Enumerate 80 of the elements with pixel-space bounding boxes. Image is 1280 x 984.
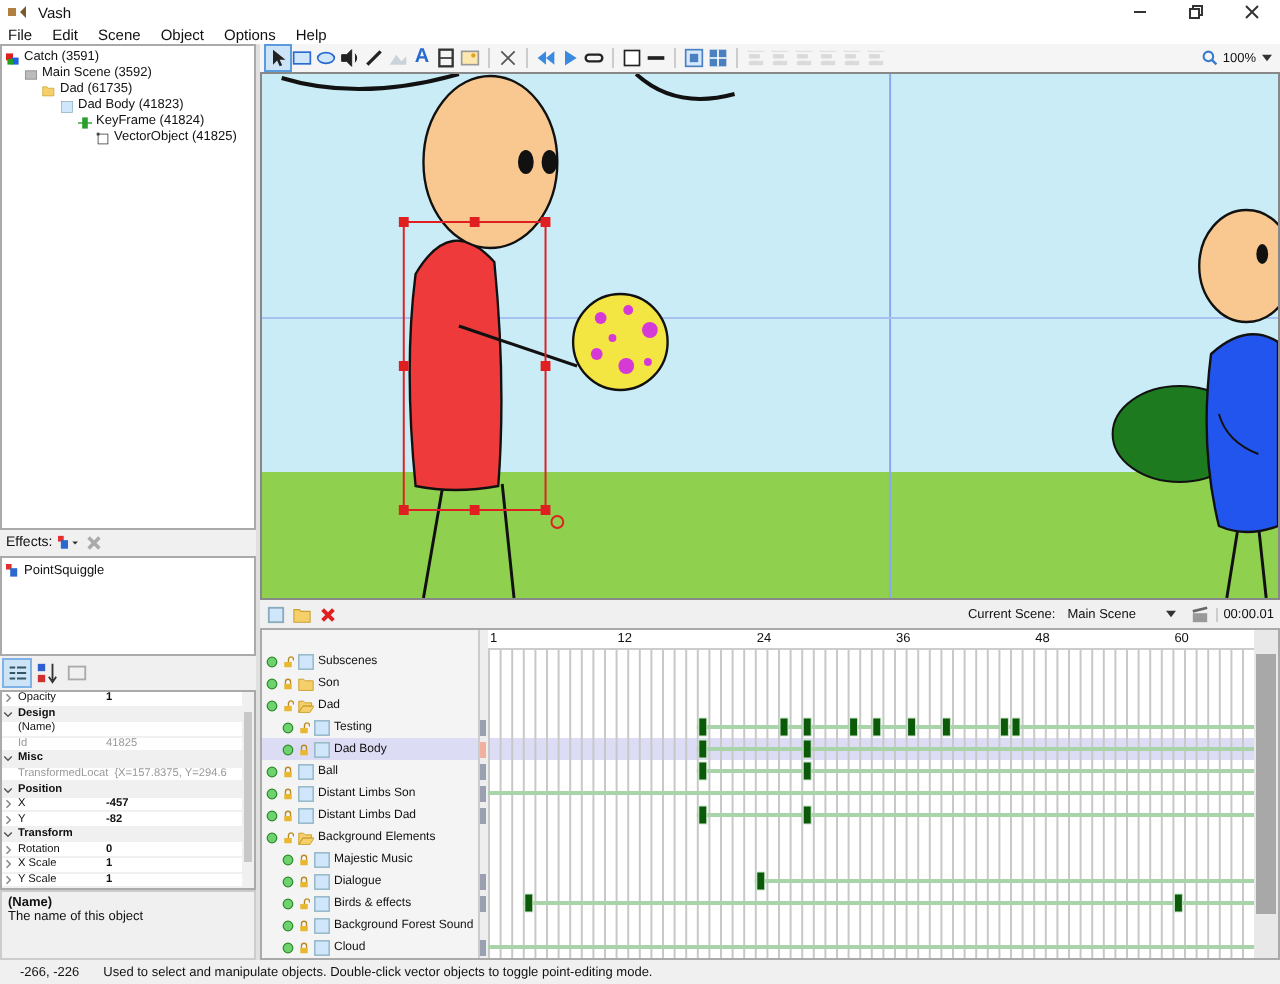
collapse-chevron-icon[interactable] <box>2 828 14 841</box>
keyframe-marker[interactable] <box>698 761 708 781</box>
keyframe-marker[interactable] <box>779 717 789 737</box>
pointer-tool-icon[interactable] <box>266 46 290 70</box>
unlocked-icon[interactable] <box>282 831 294 843</box>
lock-icon[interactable] <box>298 941 310 953</box>
stage-canvas[interactable] <box>260 72 1280 600</box>
lock-icon[interactable] <box>282 765 294 777</box>
keyframe-marker[interactable] <box>698 739 708 759</box>
collapse-chevron-icon[interactable] <box>2 752 14 765</box>
close-icon[interactable] <box>1242 2 1262 22</box>
keyframe-marker[interactable] <box>872 717 882 737</box>
selection-box[interactable] <box>398 217 565 529</box>
rect-tool-icon[interactable] <box>290 46 314 70</box>
unlocked-icon[interactable] <box>298 897 310 909</box>
tree-node-icon <box>24 67 38 81</box>
ball-drawing[interactable] <box>571 292 669 392</box>
caret-icon[interactable] <box>1165 610 1176 618</box>
keyframe-marker[interactable] <box>698 717 708 737</box>
cartoon-character-drawing[interactable] <box>1198 208 1278 598</box>
tree-node-icon <box>42 83 56 97</box>
folder-icon <box>298 675 314 691</box>
keyframe-marker[interactable] <box>698 805 708 825</box>
ellipse-tool-icon[interactable] <box>314 46 338 70</box>
pen-tool-icon[interactable] <box>362 46 386 70</box>
unlocked-icon[interactable] <box>282 699 294 711</box>
lock-icon[interactable] <box>282 787 294 799</box>
categorized-icon[interactable] <box>4 660 30 686</box>
lock-icon[interactable] <box>282 677 294 689</box>
lock-icon[interactable] <box>298 875 310 887</box>
keyframe-marker[interactable] <box>1173 893 1183 913</box>
keyframe-marker[interactable] <box>802 761 812 781</box>
effect-icon <box>6 564 20 578</box>
film-tool-icon[interactable] <box>434 46 458 70</box>
unlocked-icon[interactable] <box>282 655 294 667</box>
keyframe-marker[interactable] <box>907 717 917 737</box>
tree-node-icon <box>60 99 74 113</box>
tree-node-icon <box>78 115 92 129</box>
text-tool-button[interactable]: A <box>410 46 434 70</box>
keyframe-marker[interactable] <box>524 893 534 913</box>
keyframe-marker[interactable] <box>802 717 812 737</box>
box-tool-icon[interactable] <box>620 46 644 70</box>
folder-icon <box>298 829 314 845</box>
new-layer-icon[interactable] <box>266 605 286 623</box>
unlocked-icon[interactable] <box>298 721 310 733</box>
folder-icon[interactable] <box>292 605 312 623</box>
lock-icon[interactable] <box>298 919 310 931</box>
keyframe-marker[interactable] <box>999 717 1009 737</box>
keyframe-marker[interactable] <box>941 717 951 737</box>
tree-node-icon <box>96 131 110 145</box>
delete-icon[interactable] <box>318 605 338 623</box>
caret-icon[interactable] <box>1262 54 1272 62</box>
lock-icon[interactable] <box>298 853 310 865</box>
keyframe-marker[interactable] <box>802 739 812 759</box>
scrollbar[interactable] <box>1254 630 1278 958</box>
ungroup-tool-icon[interactable] <box>706 46 730 70</box>
lock-icon[interactable] <box>282 809 294 821</box>
group-tool-icon[interactable] <box>682 46 706 70</box>
zoom-icon[interactable] <box>1202 50 1219 66</box>
sort-alphabetical-icon[interactable] <box>34 660 60 686</box>
collapse-chevron-icon[interactable] <box>2 707 14 720</box>
tree-node-icon <box>6 51 20 65</box>
keyframe-marker[interactable] <box>849 717 859 737</box>
add-effect-icon[interactable] <box>58 534 79 552</box>
keyframe-marker[interactable] <box>1011 717 1021 737</box>
restore-icon[interactable] <box>1186 2 1206 22</box>
layer-icon <box>298 653 314 669</box>
cut-tool-icon[interactable] <box>496 46 520 70</box>
keyframe-marker[interactable] <box>802 805 812 825</box>
cartoon-character-drawing[interactable] <box>408 74 578 598</box>
delete-icon[interactable] <box>84 534 105 552</box>
scrollbar[interactable] <box>242 692 254 888</box>
collapse-chevron-icon[interactable] <box>2 783 14 796</box>
folder-icon <box>298 697 314 713</box>
lock-icon[interactable] <box>298 743 310 755</box>
app-icon <box>6 4 30 20</box>
clapperboard-icon[interactable] <box>1189 605 1210 623</box>
sound-tool-icon[interactable] <box>338 46 362 70</box>
keyframe-marker[interactable] <box>756 871 766 891</box>
expand-chevron-icon[interactable] <box>2 692 14 705</box>
